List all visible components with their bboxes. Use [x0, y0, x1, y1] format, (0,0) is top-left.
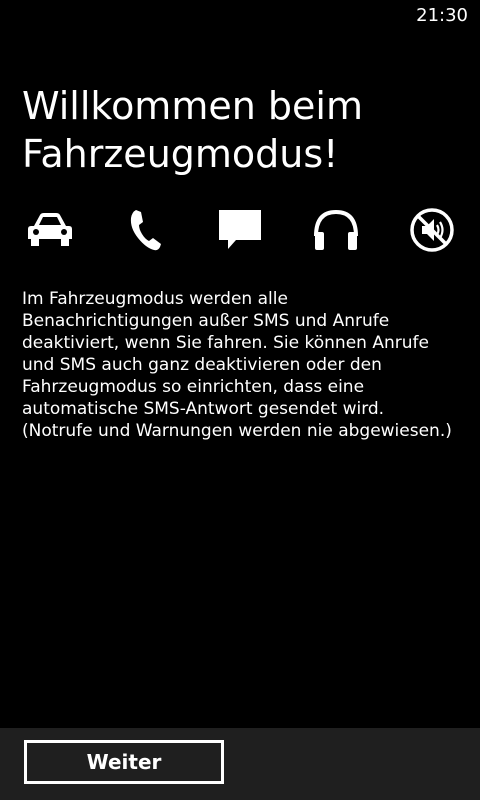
continue-button[interactable]: Weiter — [24, 740, 224, 784]
muted-speaker-icon — [406, 206, 458, 254]
feature-icons — [22, 206, 462, 254]
page-title: Willkommen beim Fahrzeugmodus! — [22, 84, 363, 176]
message-icon — [214, 206, 266, 254]
app-bar: Weiter — [0, 728, 480, 800]
clock: 21:30 — [416, 5, 468, 26]
description-text: Im Fahrzeugmodus werden alle Benachricht… — [22, 289, 452, 441]
car-icon — [24, 206, 76, 254]
headphones-icon — [310, 206, 362, 254]
status-bar: 21:30 — [0, 0, 480, 32]
phone-icon — [118, 206, 170, 254]
